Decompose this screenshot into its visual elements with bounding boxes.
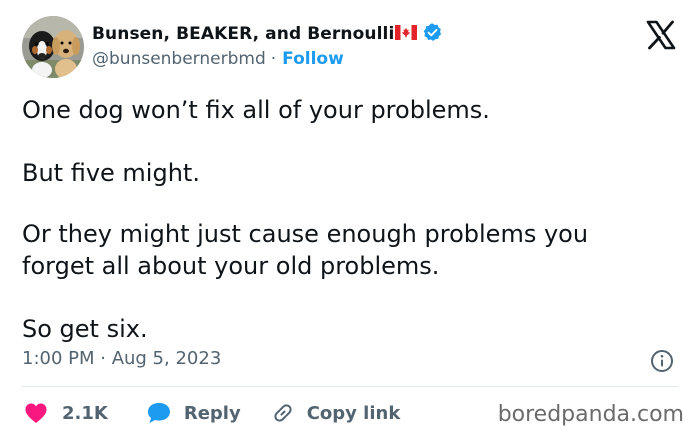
link-icon [271,401,295,425]
handle[interactable]: @bunsenbernerbmd [92,49,266,69]
avatar[interactable] [22,16,84,78]
separator: · [270,49,277,69]
speech-bubble-icon [146,401,172,425]
timestamp[interactable]: 1:00 PM · Aug 5, 2023 [22,348,221,369]
divider [22,386,678,387]
tweet-paragraph: One dog won’t fix all of your problems. [22,96,490,124]
x-logo-icon[interactable] [644,18,678,52]
handle-row: @bunsenbernerbmd · Follow [92,47,443,71]
action-bar: 2.1K Reply Copy link [22,398,400,428]
copy-link-label: Copy link [306,402,401,424]
author-block: Bunsen, BEAKER, and Bernoulli @bunsenber… [92,22,443,71]
name-row: Bunsen, BEAKER, and Bernoulli [92,22,443,46]
copy-link-button[interactable]: Copy link [271,401,401,425]
tweet-paragraph: Or they might just cause enough problems… [22,220,589,280]
display-name[interactable]: Bunsen, BEAKER, and Bernoulli [92,24,394,44]
like-count: 2.1K [62,402,108,424]
info-icon[interactable] [650,349,674,373]
tweet-paragraph: But five might. [22,159,200,187]
reply-button[interactable]: Reply [146,401,241,425]
heart-icon [24,402,48,424]
verified-badge-icon [422,22,443,47]
tweet-paragraph: So get six. [22,315,148,343]
watermark: boredpanda.com [497,402,684,427]
canada-flag-icon [395,24,418,44]
reply-label: Reply [183,402,241,424]
follow-button[interactable]: Follow [282,49,344,69]
like-button[interactable]: 2.1K [24,402,108,424]
